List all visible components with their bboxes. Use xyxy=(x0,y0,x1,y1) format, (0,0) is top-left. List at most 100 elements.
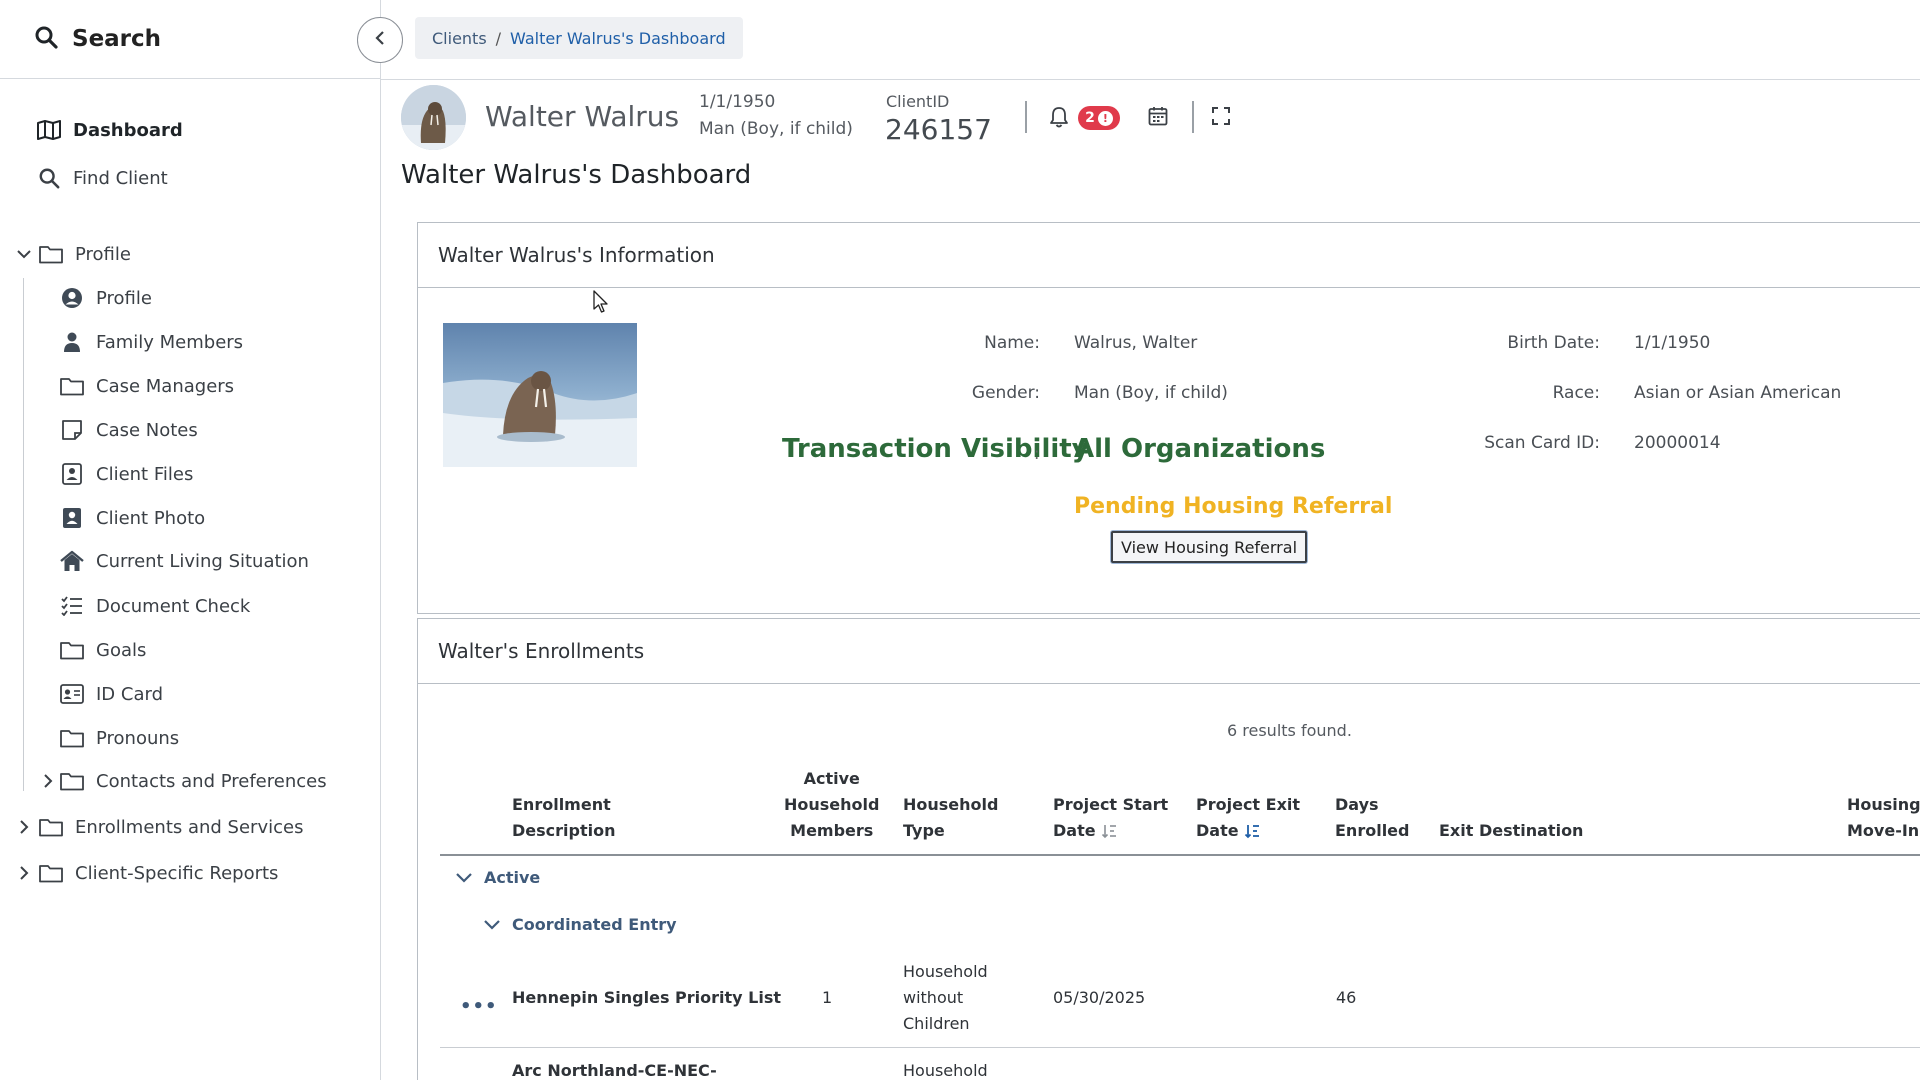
breadcrumb-separator: / xyxy=(495,28,502,48)
sidebar-item-profile[interactable]: Profile xyxy=(59,285,152,311)
table-row-description[interactable]: Hennepin Singles Priority List xyxy=(512,985,781,1011)
sort-descending-icon[interactable] xyxy=(1244,823,1260,839)
chevron-right-icon xyxy=(14,866,34,880)
col-household-type[interactable]: Household Type xyxy=(903,792,998,844)
chevron-down-icon xyxy=(456,868,472,887)
sidebar-item-client-photo[interactable]: Client Photo xyxy=(59,505,205,531)
chevron-right-icon xyxy=(38,774,58,788)
sidebar-item-pronouns[interactable]: Pronouns xyxy=(59,725,179,751)
sidebar-item-id-card[interactable]: ID Card xyxy=(59,681,163,707)
chevron-left-icon xyxy=(374,30,386,50)
client-photo xyxy=(443,323,637,467)
transaction-visibility-label: Transaction Visibility xyxy=(782,434,1089,464)
breadcrumb-clients-link[interactable]: Clients xyxy=(432,29,487,48)
sidebar-item-contacts-preferences[interactable]: Contacts and Preferences xyxy=(38,768,327,794)
breadcrumb: Clients / Walter Walrus's Dashboard xyxy=(415,17,743,59)
map-icon xyxy=(36,117,62,143)
table-row-days-enrolled: 46 xyxy=(1336,988,1357,1007)
page-title: Walter Walrus's Dashboard xyxy=(401,160,752,190)
sidebar: Search Dashboard Find Client Profile Pro… xyxy=(0,0,381,1080)
folder-icon xyxy=(38,241,64,267)
folder-icon xyxy=(59,637,85,663)
chevron-right-icon xyxy=(14,820,34,834)
pending-housing-referral: Pending Housing Referral xyxy=(1074,494,1393,519)
client-dob: 1/1/1950 xyxy=(699,92,776,112)
sidebar-search[interactable]: Search xyxy=(0,0,381,79)
client-id-label: ClientID xyxy=(886,92,950,111)
transaction-visibility-colon: : xyxy=(1034,444,1040,463)
client-gender: Man (Boy, if child) xyxy=(699,119,853,139)
folder-icon xyxy=(59,768,85,794)
scan-card-value: 20000014 xyxy=(1634,433,1721,453)
col-days-enrolled[interactable]: Days Enrolled xyxy=(1335,792,1409,844)
sidebar-item-client-specific-reports[interactable]: Client-Specific Reports xyxy=(14,860,278,886)
folder-icon xyxy=(59,373,85,399)
folder-icon xyxy=(38,860,64,886)
gender-value: Man (Boy, if child) xyxy=(1074,383,1228,403)
sidebar-item-case-notes[interactable]: Case Notes xyxy=(59,417,198,443)
bell-icon[interactable] xyxy=(1049,106,1069,132)
search-icon xyxy=(36,165,62,191)
sidebar-item-profile-folder[interactable]: Profile xyxy=(14,241,131,267)
name-label: Name: xyxy=(984,333,1040,353)
sidebar-item-enrollments-services[interactable]: Enrollments and Services xyxy=(14,814,303,840)
alert-icon: ! xyxy=(1097,110,1113,126)
table-header-divider xyxy=(440,854,1920,856)
race-value: Asian or Asian American xyxy=(1634,383,1842,403)
note-icon xyxy=(59,417,85,443)
mouse-cursor-icon xyxy=(593,290,609,318)
header-divider xyxy=(381,79,1920,80)
group-active-toggle[interactable]: Active xyxy=(456,868,540,887)
panel-header: Walter's Enrollments xyxy=(418,619,1920,684)
gender-label: Gender: xyxy=(971,383,1040,403)
sidebar-item-case-managers[interactable]: Case Managers xyxy=(59,373,234,399)
table-row-divider xyxy=(440,1047,1920,1048)
race-label: Race: xyxy=(1552,383,1600,403)
search-label: Search xyxy=(72,26,162,52)
id-card-icon xyxy=(59,681,85,707)
chevron-down-icon xyxy=(14,249,34,259)
col-project-exit-date[interactable]: Project Exit Date xyxy=(1196,792,1300,844)
user-circle-icon xyxy=(59,285,85,311)
table-row-household-type: Household without Children xyxy=(903,962,988,1033)
table-row-start-date: 05/30/2025 xyxy=(1053,988,1146,1007)
col-exit-destination[interactable]: Exit Destination xyxy=(1439,818,1583,844)
sidebar-item-family-members[interactable]: Family Members xyxy=(59,329,243,355)
table-row-household-type: Household xyxy=(903,1061,988,1080)
col-enrollment-description[interactable]: Enrollment Description xyxy=(512,792,615,844)
transaction-visibility-value: All Organizations xyxy=(1074,434,1326,464)
row-actions-icon[interactable]: ••• xyxy=(460,996,498,1017)
chevron-down-icon xyxy=(484,915,500,934)
notification-badge[interactable]: 2 ! xyxy=(1078,106,1120,130)
panel-header: Walter Walrus's Information xyxy=(418,223,1920,288)
sidebar-item-find-client[interactable]: Find Client xyxy=(36,165,168,191)
sidebar-collapse-button[interactable] xyxy=(357,17,403,63)
calendar-icon[interactable] xyxy=(1148,106,1168,130)
birth-date-value: 1/1/1950 xyxy=(1634,333,1711,353)
folder-icon xyxy=(59,725,85,751)
group-coordinated-entry-toggle[interactable]: Coordinated Entry xyxy=(484,915,677,934)
col-active-household-members[interactable]: Active Household Members xyxy=(784,766,879,844)
sort-icon[interactable] xyxy=(1101,823,1117,839)
checklist-icon xyxy=(59,593,85,619)
client-name: Walter Walrus xyxy=(485,100,680,133)
breadcrumb-current[interactable]: Walter Walrus's Dashboard xyxy=(510,29,726,48)
view-housing-referral-button[interactable]: View Housing Referral xyxy=(1111,531,1307,563)
portrait-icon xyxy=(59,505,85,531)
table-row-description[interactable]: Arc Northland-CE-NEC- xyxy=(512,1058,717,1080)
home-icon xyxy=(59,548,85,574)
col-housing-move-in[interactable]: Housing Move-In I xyxy=(1847,792,1920,844)
tree-guide-line xyxy=(23,278,24,791)
sidebar-item-goals[interactable]: Goals xyxy=(59,637,146,663)
sidebar-item-document-check[interactable]: Document Check xyxy=(59,593,250,619)
sidebar-item-current-living-situation[interactable]: Current Living Situation xyxy=(59,548,309,574)
notification-count: 2 xyxy=(1085,110,1095,126)
name-value: Walrus, Walter xyxy=(1074,333,1198,353)
results-count: 6 results found. xyxy=(1227,721,1352,740)
birth-date-label: Birth Date: xyxy=(1507,333,1600,353)
sidebar-item-client-files[interactable]: Client Files xyxy=(59,461,193,487)
sidebar-item-dashboard[interactable]: Dashboard xyxy=(36,117,183,143)
fullscreen-icon[interactable] xyxy=(1211,106,1231,130)
col-project-start-date[interactable]: Project Start Date xyxy=(1053,792,1168,844)
contact-file-icon xyxy=(59,461,85,487)
